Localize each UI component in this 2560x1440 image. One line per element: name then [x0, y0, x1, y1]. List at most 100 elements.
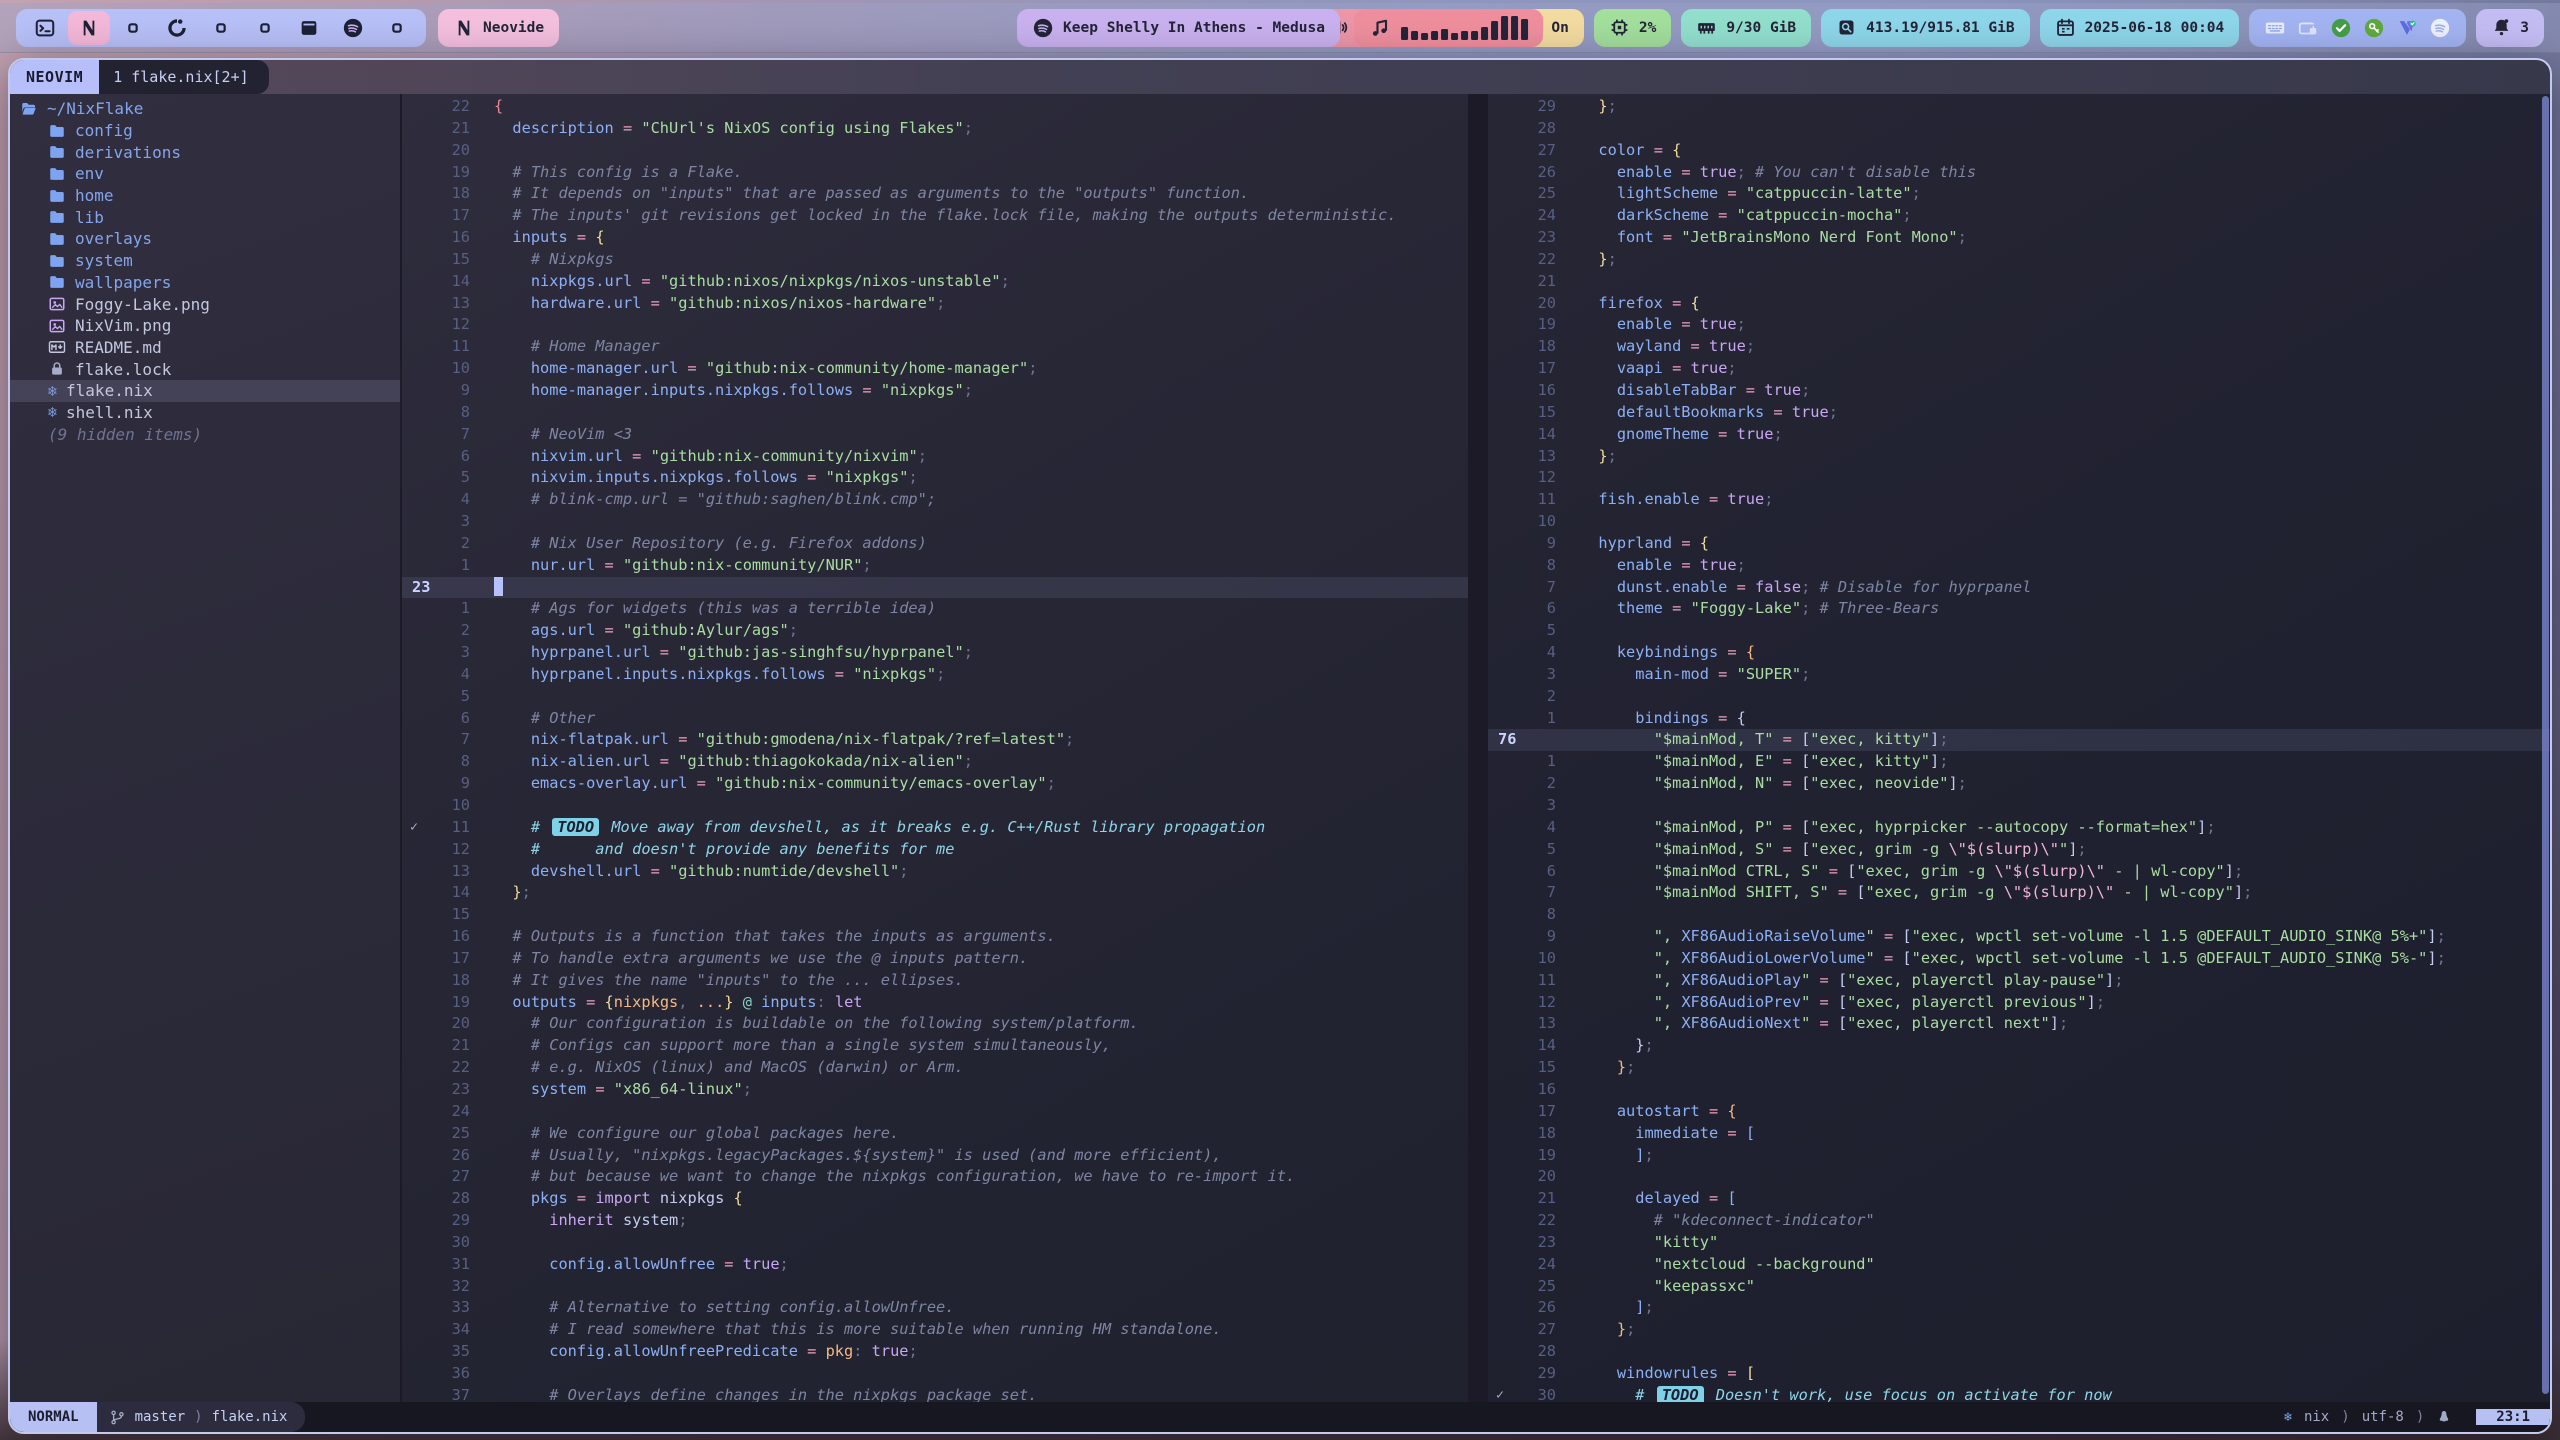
tree-item-Foggy-Lake.png[interactable]: Foggy-Lake.png [10, 293, 400, 315]
tree-item-lib[interactable]: lib [10, 206, 400, 228]
tree-item-README.md[interactable]: README.md [10, 337, 400, 359]
sign-column [402, 1166, 428, 1188]
tabline: NEOVIM 1 flake.nix[2+] [10, 60, 2550, 94]
sign-column [1488, 817, 1514, 839]
right-editor-pane[interactable]: 29 };2827 color = {26 enable = true; # Y… [1488, 94, 2550, 1402]
sign-column [402, 686, 428, 708]
cava-bar [1501, 16, 1508, 39]
tree-item-wallpapers[interactable]: wallpapers [10, 272, 400, 294]
window-icon [298, 17, 320, 39]
line-number: 27 [428, 1166, 470, 1188]
code-text: nixvim.inputs.nixpkgs.follows = "nixpkgs… [494, 467, 918, 489]
sign-column [1488, 489, 1514, 511]
tree-item-NixFlake[interactable]: ~/NixFlake [10, 98, 400, 120]
audio-visualizer-pill[interactable] [1354, 9, 1543, 47]
line-number: 21 [1514, 1188, 1556, 1210]
code-text: hardware.url = "github:nixos/nixos-hardw… [494, 293, 945, 315]
workspace-empty-3[interactable] [112, 11, 154, 45]
code-text: ]; [1580, 1145, 1654, 1167]
sign-column [402, 162, 428, 184]
sign-column [1488, 555, 1514, 577]
line-number: 32 [428, 1276, 470, 1298]
workspace-empty-5[interactable] [200, 11, 242, 45]
sign-column [1488, 1145, 1514, 1167]
code-line: 26 enable = true; # You can't disable th… [1488, 162, 2550, 184]
clock-value: 2025-06-18 00:04 [2085, 20, 2225, 36]
sign-column [1488, 795, 1514, 817]
line-number: 2 [428, 620, 470, 642]
workspace-zen-browser[interactable] [156, 11, 198, 45]
buffer-tab[interactable]: 1 flake.nix[2+] [99, 60, 268, 94]
media-player-pill[interactable]: Keep Shelly In Athens - Medusa [1017, 9, 1340, 47]
workspace-spotify[interactable] [332, 11, 374, 45]
line-number: 6 [428, 708, 470, 730]
tree-item-flake.lock[interactable]: flake.lock [10, 358, 400, 380]
key-icon[interactable] [2363, 17, 2385, 39]
code-text: main-mod = "SUPER"; [1580, 664, 1810, 686]
check-circle-icon[interactable] [2330, 17, 2352, 39]
sign-column [402, 1319, 428, 1341]
tree-item-shell.nix[interactable]: ❄shell.nix [10, 402, 400, 424]
tree-item-derivations[interactable]: derivations [10, 141, 400, 163]
disk-module[interactable]: 413.19/915.81 GiB [1821, 9, 2029, 47]
active-window-pill[interactable]: Neovide [438, 9, 559, 47]
workspace-terminal[interactable] [24, 11, 66, 45]
desktop: { "topbar": { "workspaces": [ {"app":"te… [0, 0, 2560, 1440]
dot-icon [386, 17, 408, 39]
disk-value: 413.19/915.81 GiB [1866, 20, 2014, 36]
code-line: 19 outputs = {nixpkgs, ...} @ inputs: le… [402, 992, 1468, 1014]
tree-item-env[interactable]: env [10, 163, 400, 185]
workspace-neovide[interactable] [68, 11, 110, 45]
line-number: 24 [428, 1101, 470, 1123]
line-number: 3 [1514, 795, 1556, 817]
tree-item-home[interactable]: home [10, 185, 400, 207]
clipboard-icon[interactable] [2297, 17, 2319, 39]
clock-module[interactable]: 2025-06-18 00:04 [2040, 9, 2240, 47]
code-line: 13 devshell.url = "github:numtide/devshe… [402, 861, 1468, 883]
encoding: utf-8 [2362, 1409, 2404, 1425]
code-line: 2 ags.url = "github:Aylur/ags"; [402, 620, 1468, 642]
scrollbar[interactable] [2542, 96, 2549, 1394]
window-separator[interactable] [1468, 94, 1488, 1402]
line-number: 8 [1514, 555, 1556, 577]
workspace-empty-6[interactable] [244, 11, 286, 45]
workspace-window[interactable] [288, 11, 330, 45]
line-number: 22 [1514, 249, 1556, 271]
tree-item-config[interactable]: config [10, 120, 400, 142]
sign-column [1488, 162, 1514, 184]
vesktop-icon[interactable] [2396, 17, 2418, 39]
notifications-pill[interactable]: 3 [2476, 9, 2544, 47]
workspace-empty-9[interactable] [376, 11, 418, 45]
code-text: "$mainMod, E" = ["exec, kitty"]; [1580, 751, 1948, 773]
line-number: 21 [428, 118, 470, 140]
tree-item-system[interactable]: system [10, 250, 400, 272]
code-text: "$mainMod CTRL, S" = ["exec, grim -g \"$… [1580, 861, 2243, 883]
line-number: 76 [1488, 729, 1556, 751]
code-text: # Our configuration is buildable on the … [494, 1013, 1139, 1035]
tree-item-9hiddenitems[interactable]: (9 hidden items) [10, 423, 400, 445]
line-number: 37 [428, 1385, 470, 1402]
line-number: 12 [1514, 992, 1556, 1014]
code-text: # I read somewhere that this is more sui… [494, 1319, 1222, 1341]
keyboard-icon[interactable] [2264, 17, 2286, 39]
line-number: 16 [1514, 380, 1556, 402]
spotify-tray-icon[interactable] [2429, 17, 2451, 39]
left-editor-pane[interactable]: 22{21 description = "ChUrl's NixOS confi… [402, 94, 1468, 1402]
tree-item-flake.nix[interactable]: ❄flake.nix [10, 380, 400, 402]
code-text: inherit system; [494, 1210, 687, 1232]
code-line: 5 [402, 686, 1468, 708]
cava-bar [1411, 31, 1418, 39]
memory-module[interactable]: 9/30 GiB [1681, 9, 1811, 47]
code-line: 12 [402, 314, 1468, 336]
code-text: lightScheme = "catppuccin-latte"; [1580, 183, 1921, 205]
code-text: }; [1580, 446, 1617, 468]
tree-item-NixVim.png[interactable]: NixVim.png [10, 315, 400, 337]
tree-item-overlays[interactable]: overlays [10, 228, 400, 250]
line-number: 7 [1514, 577, 1556, 599]
code-text: "$mainMod, S" = ["exec, grim -g \"$(slur… [1580, 839, 2087, 861]
code-line: 29 inherit system; [402, 1210, 1468, 1232]
line-number: 20 [428, 140, 470, 162]
sign-column [402, 336, 428, 358]
cpu-module[interactable]: 2% [1594, 9, 1671, 47]
neovide-window: NEOVIM 1 flake.nix[2+] ~/NixFlakeconfigd… [8, 58, 2552, 1434]
